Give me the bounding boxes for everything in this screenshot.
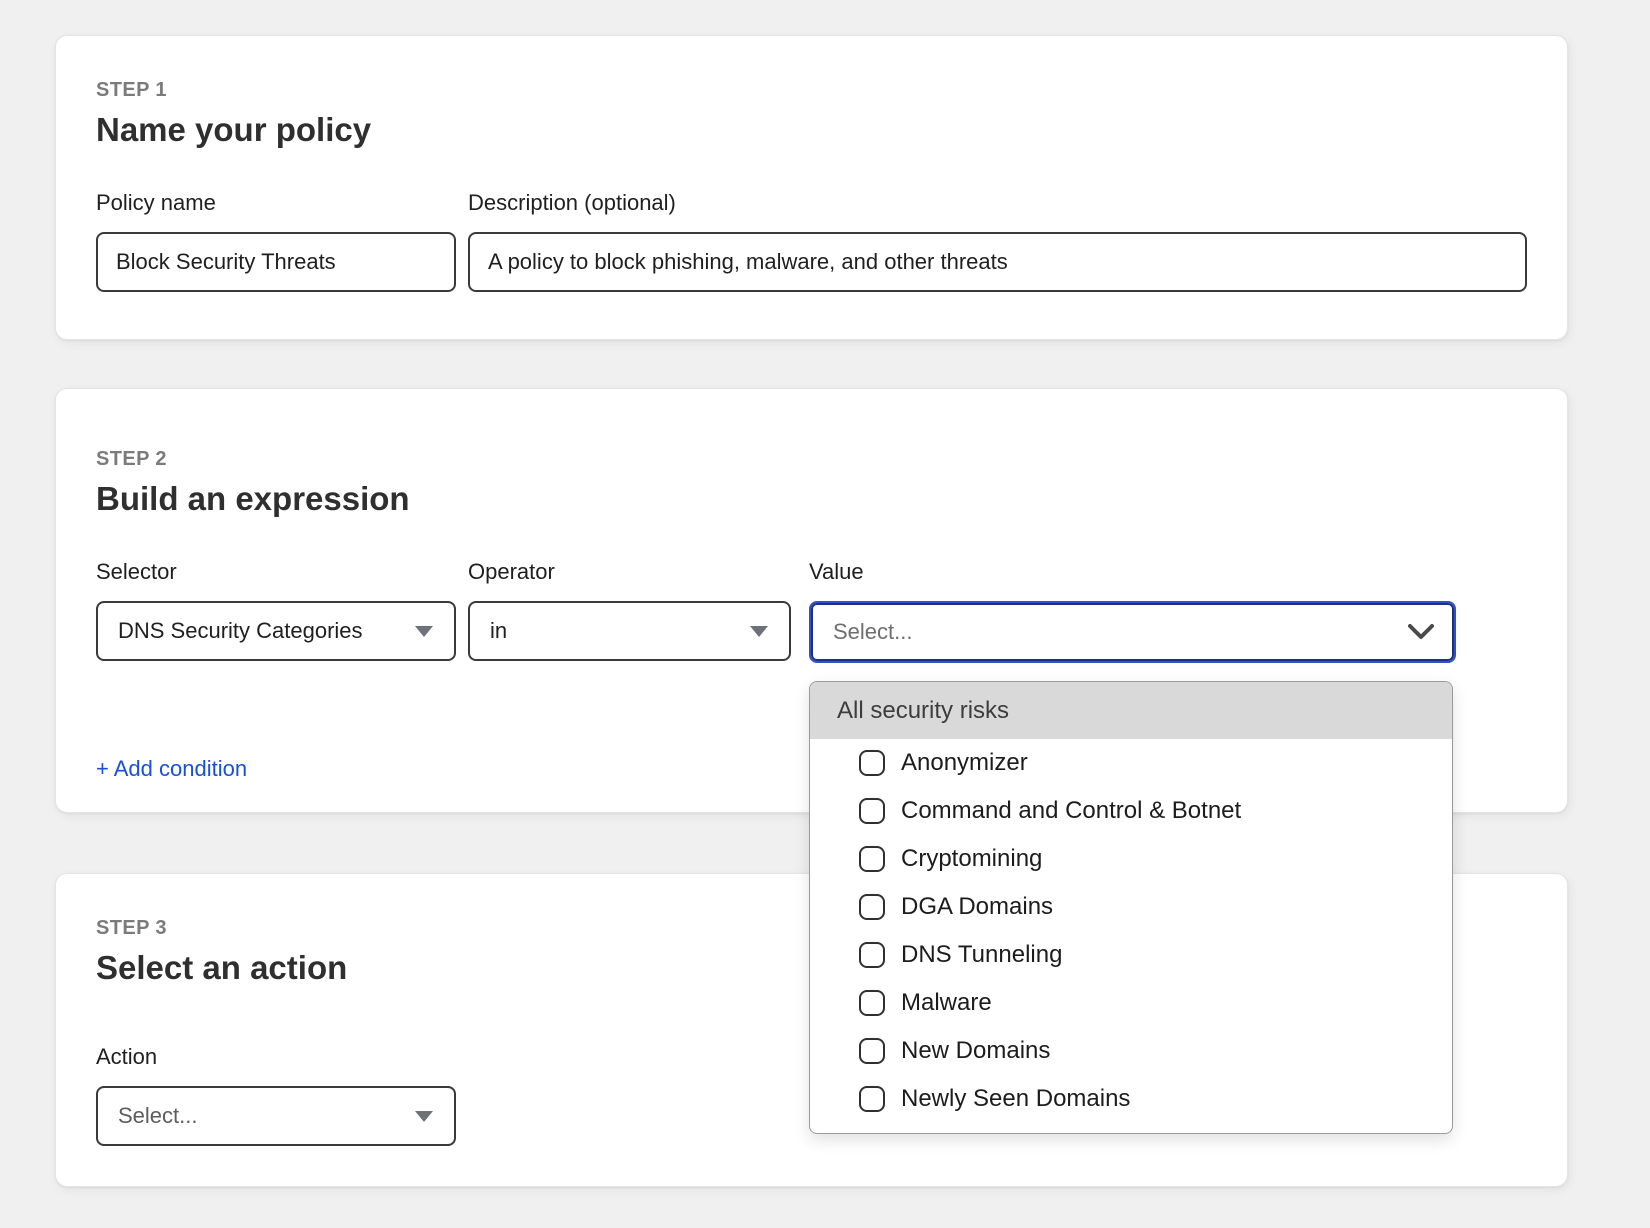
dropdown-option[interactable]: Cryptomining (810, 835, 1452, 883)
option-label: DNS Tunneling (901, 941, 1062, 969)
dropdown-option[interactable]: DGA Domains (810, 883, 1452, 931)
option-checkbox[interactable] (859, 942, 885, 968)
dropdown-arrow-icon (414, 1110, 434, 1123)
value-combobox[interactable] (809, 601, 1456, 663)
action-label: Action (96, 1044, 456, 1070)
dropdown-option[interactable]: Command and Control & Botnet (810, 787, 1452, 835)
action-placeholder: Select... (118, 1103, 197, 1129)
option-checkbox[interactable] (859, 1038, 885, 1064)
option-checkbox[interactable] (859, 846, 885, 872)
option-checkbox[interactable] (859, 798, 885, 824)
policy-name-label: Policy name (96, 190, 456, 216)
action-select[interactable]: Select... (96, 1086, 456, 1146)
selector-value: DNS Security Categories (118, 618, 363, 644)
option-label: Newly Seen Domains (901, 1085, 1130, 1113)
step2-title: Build an expression (96, 479, 1527, 519)
policy-builder-page: STEP 1 Name your policy Policy name Desc… (55, 0, 1568, 1187)
dropdown-option[interactable]: Malware (810, 979, 1452, 1027)
option-checkbox[interactable] (859, 1086, 885, 1112)
step2-label: STEP 2 (96, 447, 1527, 471)
dropdown-arrow-icon (749, 625, 769, 638)
value-dropdown-panel: All security risks Anonymizer Command an… (809, 681, 1453, 1134)
dropdown-arrow-icon (414, 625, 434, 638)
option-label: Malware (901, 989, 992, 1017)
option-label: Cryptomining (901, 845, 1042, 873)
policy-name-input[interactable] (96, 232, 456, 292)
step1-label: STEP 1 (96, 78, 1527, 102)
step1-title: Name your policy (96, 110, 1527, 150)
value-label: Value (809, 559, 1456, 585)
dropdown-group-header: All security risks (810, 682, 1452, 739)
option-checkbox[interactable] (859, 750, 885, 776)
value-search-input[interactable] (831, 618, 1408, 646)
step2-card: STEP 2 Build an expression Selector DNS … (55, 388, 1568, 813)
option-label: DGA Domains (901, 893, 1053, 921)
option-label: Anonymizer (901, 749, 1028, 777)
option-checkbox[interactable] (859, 990, 885, 1016)
operator-label: Operator (468, 559, 791, 585)
selector-select[interactable]: DNS Security Categories (96, 601, 456, 661)
dropdown-options-list: Anonymizer Command and Control & Botnet … (810, 739, 1452, 1123)
step1-card: STEP 1 Name your policy Policy name Desc… (55, 35, 1568, 340)
operator-select[interactable]: in (468, 601, 791, 661)
description-input[interactable] (468, 232, 1527, 292)
add-condition-link[interactable]: + Add condition (96, 756, 247, 782)
option-label: Command and Control & Botnet (901, 797, 1241, 825)
dropdown-option[interactable]: Anonymizer (810, 739, 1452, 787)
dropdown-option[interactable]: New Domains (810, 1027, 1452, 1075)
option-checkbox[interactable] (859, 894, 885, 920)
operator-value: in (490, 618, 507, 644)
selector-label: Selector (96, 559, 456, 585)
dropdown-option[interactable]: Newly Seen Domains (810, 1075, 1452, 1123)
description-label: Description (optional) (468, 190, 1527, 216)
chevron-down-icon (1408, 624, 1434, 640)
dropdown-option[interactable]: DNS Tunneling (810, 931, 1452, 979)
option-label: New Domains (901, 1037, 1050, 1065)
